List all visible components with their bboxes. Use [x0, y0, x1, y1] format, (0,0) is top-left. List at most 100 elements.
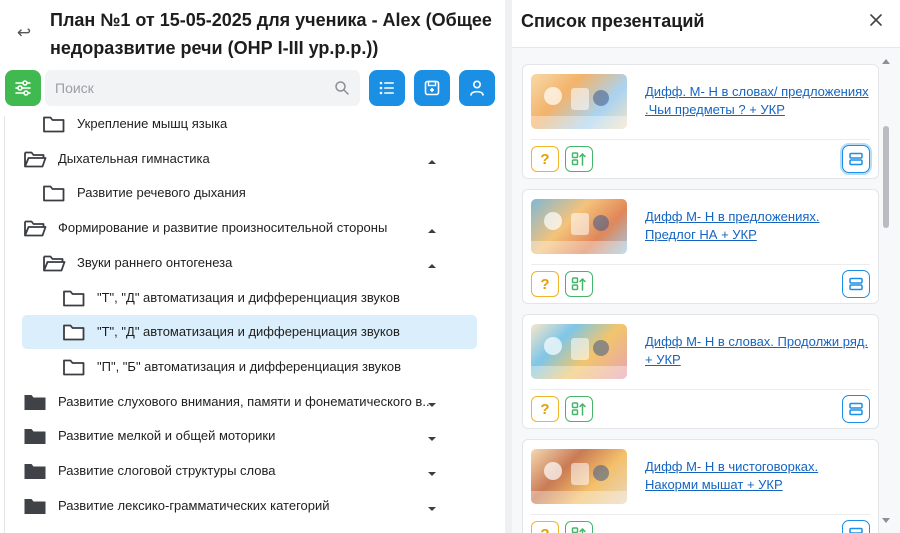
tree-view: Укрепление мышц языка Дыхательная гимнаст…: [0, 116, 505, 533]
folder-outline-icon: [62, 357, 86, 382]
sort-arrows-icon: [571, 402, 586, 416]
presentation-thumbnail[interactable]: [531, 324, 627, 379]
tree-row[interactable]: Развитие речевого дыхания: [0, 176, 490, 210]
card-divider: [531, 514, 870, 515]
tree-row-label: Развитие слоговой структуры слова: [58, 463, 276, 478]
chevron-up-icon[interactable]: [426, 154, 438, 164]
filter-button[interactable]: [5, 70, 41, 106]
tree-row[interactable]: Развитие слоговой структуры слова: [0, 454, 490, 488]
search-input[interactable]: [45, 70, 360, 106]
search-icon[interactable]: [334, 80, 350, 96]
question-button[interactable]: ?: [531, 521, 559, 533]
tree-row-label: Развитие речевого дыхания: [77, 185, 246, 201]
slides-icon: [849, 527, 863, 533]
chevron-down-icon[interactable]: [426, 431, 438, 442]
sliders-icon: [15, 80, 31, 96]
presentation-card: Дифф М- Н в чистоговорках. Накорми мышат…: [522, 439, 879, 533]
list-icon: [379, 81, 394, 95]
slides-icon: [849, 152, 863, 166]
tree-row[interactable]: "Т", "Д" автоматизация и дифференциация …: [22, 315, 477, 350]
tree-row-label: "П", "Б" автоматизация и дифференциация …: [97, 358, 402, 374]
tree-row-label: Укрепление мышц языка: [77, 116, 228, 131]
sort-button[interactable]: [565, 521, 593, 533]
presentation-thumbnail[interactable]: [531, 74, 627, 129]
card-divider: [531, 264, 870, 265]
folder-open-icon: [42, 253, 66, 278]
folder-outline-icon: [62, 288, 86, 313]
question-button[interactable]: ?: [531, 146, 559, 172]
tree-row[interactable]: Развитие слухового внимания, памяти и фо…: [0, 385, 490, 419]
chevron-up-icon[interactable]: [426, 223, 438, 234]
tree-row-label: "Т", "Д" автоматизация и дифференциация …: [97, 324, 400, 340]
tree-row[interactable]: Развитие мелкой и общей моторики: [0, 419, 490, 453]
presentation-title-link[interactable]: Дифф. М- Н в словах/ предложениях .Чьи п…: [645, 83, 873, 119]
list-view-button[interactable]: [369, 70, 405, 106]
presentation-title-link[interactable]: Дифф М- Н в словах. Продолжи ряд. + УКР: [645, 333, 873, 369]
tree-row[interactable]: Дыхательная гимнастика: [0, 142, 490, 176]
panel-divider[interactable]: [505, 0, 512, 533]
scroll-down-icon[interactable]: [882, 516, 890, 524]
presentation-thumbnail[interactable]: [531, 449, 627, 504]
presentation-card: Дифф М- Н в словах. Продолжи ряд. + УКР?: [522, 314, 879, 429]
tree-row-label: Звуки раннего онтогенеза: [77, 254, 233, 270]
sort-arrows-icon: [571, 277, 586, 291]
slides-view-button[interactable]: [842, 270, 870, 298]
slides-view-button[interactable]: [842, 145, 870, 173]
folder-outline-icon: [42, 116, 66, 139]
card-divider: [531, 139, 870, 140]
user-icon: [470, 80, 484, 96]
folder-icon: [23, 426, 47, 451]
tree-row-label: Формирование и развитие произносительной…: [58, 220, 388, 236]
presentations-panel: Список презентаций Дифф. М- Н в словах/ …: [512, 0, 900, 533]
slides-view-button[interactable]: [842, 395, 870, 423]
slides-view-button[interactable]: [842, 520, 870, 533]
presentation-card: Дифф. М- Н в словах/ предложениях .Чьи п…: [522, 64, 879, 179]
close-icon[interactable]: [868, 12, 884, 28]
back-arrow-icon[interactable]: ↩: [13, 22, 35, 44]
tree-row-label: Дыхательная гимнастика: [58, 150, 210, 166]
presentations-header: Список презентаций: [512, 0, 900, 48]
app-root: ↩ План №1 от 15-05-2025 для ученика - Al…: [0, 0, 900, 533]
plan-panel: ↩ План №1 от 15-05-2025 для ученика - Al…: [0, 0, 505, 533]
sort-button[interactable]: [565, 271, 593, 297]
chevron-down-icon[interactable]: [426, 397, 438, 407]
sort-button[interactable]: [565, 146, 593, 172]
presentation-title-link[interactable]: Дифф М- Н в предложениях. Предлог НА + У…: [645, 208, 873, 244]
presentation-card: Дифф М- Н в предложениях. Предлог НА + У…: [522, 189, 879, 304]
tree-row[interactable]: Формирование и развитие произносительной…: [0, 211, 490, 245]
tree-row-label: Развитие лексико-грамматических категори…: [58, 497, 330, 513]
folder-open-icon: [23, 218, 47, 243]
slides-icon: [849, 402, 863, 416]
presentation-thumbnail[interactable]: [531, 199, 627, 254]
tree-row[interactable]: "П", "Б" автоматизация и дифференциация …: [0, 350, 490, 384]
card-divider: [531, 389, 870, 390]
folder-outline-icon: [62, 322, 86, 347]
presentation-title-link[interactable]: Дифф М- Н в чистоговорках. Накорми мышат…: [645, 458, 873, 494]
question-button[interactable]: ?: [531, 271, 559, 297]
folder-icon: [23, 461, 47, 486]
tree-row[interactable]: Укрепление мышц языка: [0, 116, 490, 141]
folder-outline-icon: [42, 183, 66, 208]
tree-row[interactable]: Звуки раннего онтогенеза: [0, 246, 490, 280]
question-button[interactable]: ?: [531, 396, 559, 422]
user-button[interactable]: [459, 70, 495, 106]
chevron-down-icon[interactable]: [426, 501, 438, 511]
slides-icon: [849, 277, 863, 291]
scrollbar-thumb[interactable]: [883, 126, 889, 228]
presentation-list: Дифф. М- Н в словах/ предложениях .Чьи п…: [512, 48, 900, 533]
tree-row[interactable]: Развитие лексико-грамматических категори…: [0, 489, 490, 523]
save-button[interactable]: [414, 70, 450, 106]
chevron-up-icon[interactable]: [426, 258, 438, 268]
sort-arrows-icon: [571, 527, 586, 533]
scroll-up-icon[interactable]: [882, 58, 890, 66]
toolbar: [5, 70, 500, 107]
presentations-title: Список презентаций: [521, 11, 705, 31]
page-title: План №1 от 15-05-2025 для ученика - Alex…: [50, 10, 492, 58]
sort-arrows-icon: [571, 152, 586, 166]
chevron-down-icon[interactable]: [426, 466, 438, 476]
tree-row[interactable]: "Т", "Д" автоматизация и дифференциация …: [0, 281, 490, 315]
scrollbar[interactable]: [880, 58, 892, 533]
folder-icon: [23, 496, 47, 521]
tree-row-label: Развитие слухового внимания, памяти и фо…: [58, 393, 434, 409]
sort-button[interactable]: [565, 396, 593, 422]
